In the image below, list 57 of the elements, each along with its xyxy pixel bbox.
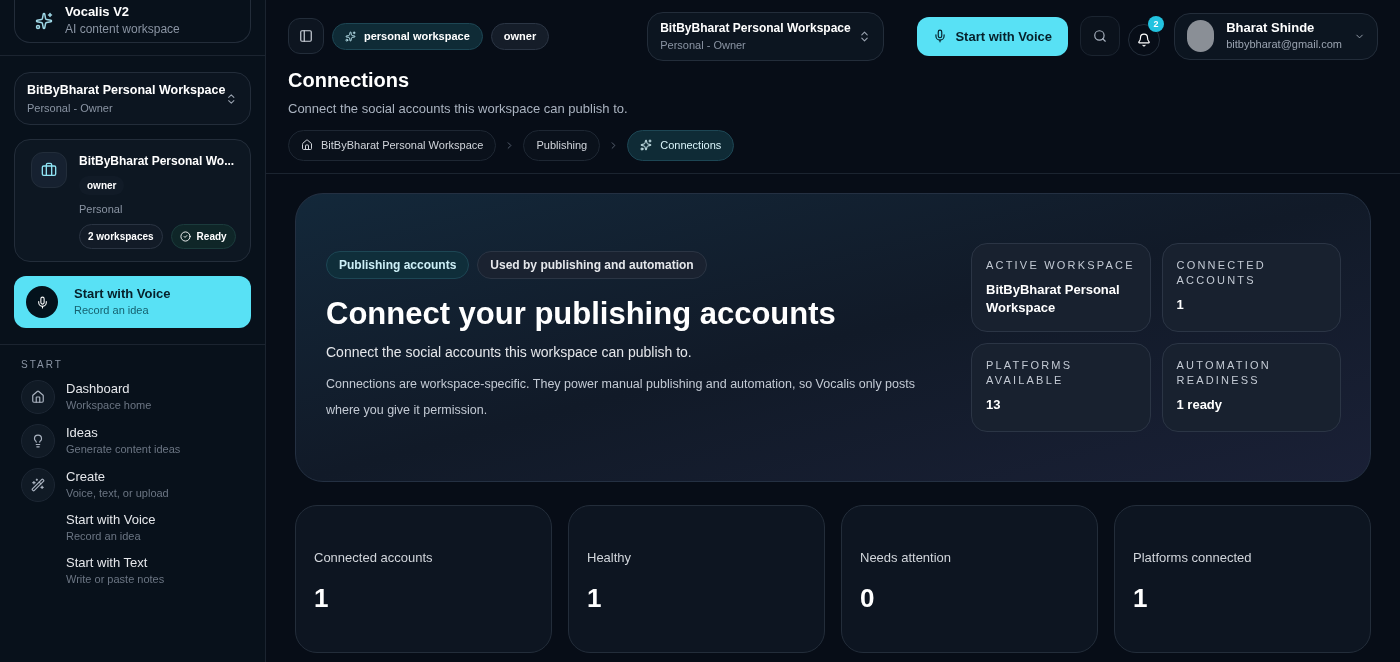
search-button[interactable]: [1080, 16, 1120, 57]
check-circle-icon: [179, 230, 191, 242]
nav-item[interactable]: Ideas Generate content ideas: [21, 424, 244, 459]
sparkle-icon: [35, 12, 53, 30]
hero-description: Connections are workspace-specific. They power manual publishing and automation, so Vocalis only posts where you give it permission.: [326, 375, 916, 419]
start-with-voice-button[interactable]: Start with Voice Record an idea: [14, 275, 251, 329]
status-badge: Ready: [170, 223, 236, 249]
stat-card: Needs attention 0: [841, 504, 1098, 653]
stat-card: Healthy 1: [568, 504, 825, 653]
sparkle-icon: [345, 30, 356, 42]
breadcrumb[interactable]: BitByBharat Personal Workspace: [288, 130, 497, 161]
microphone-icon: [26, 286, 58, 318]
fact-card: ACTIVE WORKSPACE BitByBharat Personal Workspace: [971, 242, 1151, 332]
start-with-voice-button[interactable]: Start with Voice: [917, 16, 1068, 56]
nav-item[interactable]: Dashboard Workspace home: [21, 380, 244, 415]
briefcase-icon: [31, 152, 67, 189]
panel-icon: [299, 29, 313, 44]
fact-card: CONNECTED ACCOUNTS 1: [1161, 242, 1341, 332]
wand-icon: [21, 468, 55, 503]
chevrons-icon: [225, 91, 238, 106]
tag: Publishing accounts: [326, 251, 470, 280]
brand-tagline: AI content workspace: [65, 21, 180, 38]
sparkle-icon: [640, 139, 653, 152]
house-icon: [301, 139, 313, 152]
role-badge: owner: [79, 176, 125, 196]
workspace-name: BitByBharat Personal Wo...: [79, 153, 235, 171]
notification-badge: 2: [1148, 16, 1164, 33]
breadcrumb[interactable]: Connections: [627, 130, 735, 161]
tag: Used by publishing and automation: [477, 251, 707, 280]
fact-card: AUTOMATION READINESS 1 ready: [1161, 342, 1341, 432]
hero-subtitle: Connect the social accounts this workspace can publish to.: [326, 342, 693, 362]
page-title: Connections: [288, 67, 411, 93]
workspace-count-badge: 2 workspaces: [79, 223, 163, 249]
nav-item[interactable]: Start with Voice Record an idea: [21, 512, 244, 545]
breadcrumb[interactable]: Publishing: [523, 130, 601, 161]
hero-title: Connect your publishing accounts: [326, 295, 837, 334]
user-menu[interactable]: Bharat Shinde bitbybharat@gmail.com: [1174, 13, 1378, 60]
search-icon: [1093, 29, 1107, 44]
microphone-icon: [933, 29, 948, 44]
tag: personal workspace: [332, 23, 483, 50]
avatar: [1187, 20, 1215, 53]
stat-card: Connected accounts 1: [295, 504, 552, 653]
workspace-switcher[interactable]: BitByBharat Personal Workspace Personal - Owner: [14, 72, 251, 126]
section-label: START: [21, 358, 64, 373]
lightbulb-icon: [21, 424, 55, 459]
sidebar-toggle-button[interactable]: [288, 18, 324, 55]
bell-icon: [1137, 33, 1151, 48]
stat-card: Platforms connected 1: [1114, 504, 1371, 653]
workspace-switcher[interactable]: BitByBharat Personal Workspace Personal - Owner: [647, 12, 885, 61]
fact-card: PLATFORMS AVAILABLE 13: [971, 342, 1151, 432]
brand-name: Vocalis V2: [65, 4, 131, 20]
page-subtitle: Connect the social accounts this workspace can publish to.: [288, 99, 629, 118]
nav-item[interactable]: Create Voice, text, or upload: [21, 468, 244, 503]
workspace-type: Personal: [79, 202, 123, 218]
nav-item[interactable]: Start with Text Write or paste notes: [21, 554, 244, 588]
house-icon: [21, 380, 55, 415]
tag: owner: [490, 23, 550, 50]
